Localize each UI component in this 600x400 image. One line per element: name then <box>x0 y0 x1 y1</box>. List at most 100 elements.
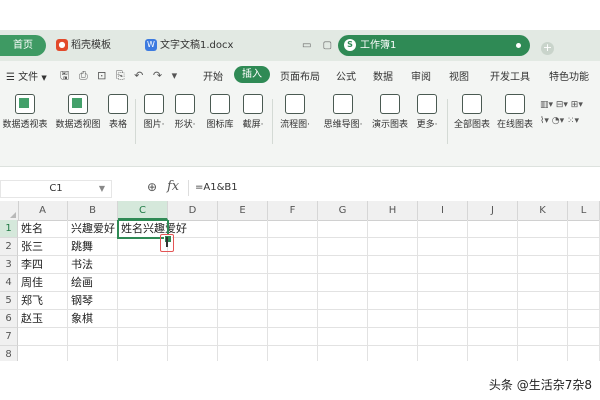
grid-cell[interactable] <box>318 292 368 310</box>
grid-cell[interactable] <box>368 256 418 274</box>
grid-cell[interactable] <box>568 328 600 346</box>
all-charts-button[interactable]: 全部图表 <box>453 94 491 130</box>
cell-b3[interactable]: 书法 <box>68 256 118 274</box>
grid-cell[interactable] <box>368 292 418 310</box>
grid-cell[interactable] <box>368 274 418 292</box>
grid-cell[interactable] <box>118 256 168 274</box>
grid-cell[interactable] <box>518 220 568 238</box>
row-header-7[interactable]: 7 <box>0 328 18 346</box>
online-charts-button[interactable]: 在线图表 <box>496 94 534 130</box>
menu-view[interactable]: 视图 <box>449 68 469 83</box>
grid-cell[interactable] <box>418 256 468 274</box>
shape-button[interactable]: 形状· <box>172 94 198 130</box>
tab-workbook[interactable]: S 工作簿1 <box>338 35 530 56</box>
grid-cell[interactable] <box>568 256 600 274</box>
grid-cell[interactable] <box>468 274 518 292</box>
grid-cell[interactable] <box>518 274 568 292</box>
grid-cell[interactable] <box>318 310 368 328</box>
tab-home[interactable]: 首页 <box>0 35 46 56</box>
menu-start[interactable]: 开始 <box>203 68 223 83</box>
mind-map-button[interactable]: 思维导图· <box>321 94 365 130</box>
name-box[interactable]: C1 ▼ <box>0 180 112 198</box>
row-header-4[interactable]: 4 <box>0 274 18 292</box>
pivot-chart-button[interactable]: 数据透视图 <box>55 94 101 130</box>
grid-cell[interactable] <box>518 292 568 310</box>
file-menu[interactable]: ☰ 文件 ▼ <box>6 68 47 83</box>
grid-cell[interactable] <box>468 220 518 238</box>
cell-a6[interactable]: 赵玉 <box>18 310 68 328</box>
grid-cell[interactable] <box>468 328 518 346</box>
cell-b5[interactable]: 钢琴 <box>68 292 118 310</box>
menu-page-layout[interactable]: 页面布局 <box>280 68 320 83</box>
grid-cell[interactable] <box>318 346 368 361</box>
more-button[interactable]: 更多· <box>414 94 440 130</box>
grid-cell[interactable] <box>568 274 600 292</box>
cell-a2[interactable]: 张三 <box>18 238 68 256</box>
column-header-c[interactable]: C <box>118 201 168 220</box>
grid-cell[interactable] <box>168 274 218 292</box>
grid-cell[interactable] <box>168 292 218 310</box>
quick-access-icons[interactable]: 🖫 ⎙ ⊡ ⎘ ↶ ↷ ▾ <box>60 67 180 86</box>
cell-a3[interactable]: 李四 <box>18 256 68 274</box>
menu-special-features[interactable]: 特色功能 <box>549 68 589 83</box>
grid-cell[interactable] <box>218 256 268 274</box>
grid-cell[interactable] <box>468 346 518 361</box>
menu-review[interactable]: 审阅 <box>411 68 431 83</box>
column-header-f[interactable]: F <box>268 201 318 220</box>
row-header-3[interactable]: 3 <box>0 256 18 274</box>
grid-cell[interactable] <box>418 310 468 328</box>
cell-a5[interactable]: 郑飞 <box>18 292 68 310</box>
grid-cell[interactable] <box>268 220 318 238</box>
flowchart-button[interactable]: 流程图· <box>279 94 311 130</box>
grid-cell[interactable] <box>368 310 418 328</box>
grid-cell[interactable] <box>268 238 318 256</box>
pivot-table-button[interactable]: 数据透视表 <box>2 94 48 130</box>
column-header-b[interactable]: B <box>68 201 118 220</box>
grid-cell[interactable] <box>368 220 418 238</box>
cell-b1[interactable]: 兴趣爱好 <box>68 220 118 238</box>
grid-cell[interactable] <box>218 328 268 346</box>
cell-b2[interactable]: 跳舞 <box>68 238 118 256</box>
grid-cell[interactable] <box>268 328 318 346</box>
grid-cell[interactable] <box>318 274 368 292</box>
screenshot-button[interactable]: 截屏· <box>240 94 266 130</box>
menu-developer-tools[interactable]: 开发工具 <box>490 68 530 83</box>
column-header-g[interactable]: G <box>318 201 368 220</box>
column-header-j[interactable]: J <box>468 201 518 220</box>
column-header-a[interactable]: A <box>18 201 68 220</box>
grid-cell[interactable] <box>318 328 368 346</box>
grid-cell[interactable] <box>218 310 268 328</box>
window-tools-icons[interactable]: ▭ ▢ <box>302 40 336 51</box>
grid-cell[interactable] <box>18 328 68 346</box>
icon-library-button[interactable]: 图标库 <box>204 94 236 130</box>
grid-cell[interactable] <box>218 238 268 256</box>
grid-cell[interactable] <box>68 346 118 361</box>
grid-cell[interactable] <box>318 220 368 238</box>
row-header-8[interactable]: 8 <box>0 346 18 361</box>
grid-cell[interactable] <box>568 310 600 328</box>
grid-cell[interactable] <box>518 238 568 256</box>
grid-cell[interactable] <box>418 328 468 346</box>
tab-document[interactable]: W 文字文稿1.docx <box>145 35 285 56</box>
grid-cell[interactable] <box>568 292 600 310</box>
grid-cell[interactable] <box>468 256 518 274</box>
grid-cell[interactable] <box>268 274 318 292</box>
column-header-l[interactable]: L <box>568 201 600 220</box>
grid-cell[interactable] <box>118 292 168 310</box>
grid-cell[interactable] <box>168 328 218 346</box>
column-header-e[interactable]: E <box>218 201 268 220</box>
grid-cell[interactable] <box>268 310 318 328</box>
column-header-h[interactable]: H <box>368 201 418 220</box>
row-header-1[interactable]: 1 <box>0 220 18 238</box>
grid-cell[interactable] <box>168 256 218 274</box>
grid-cell[interactable] <box>168 238 218 256</box>
grid-cell[interactable] <box>418 274 468 292</box>
presentation-chart-button[interactable]: 演示图表 <box>371 94 409 130</box>
zoom-search-icon[interactable]: ⊕ <box>147 180 157 194</box>
column-header-d[interactable]: D <box>168 201 218 220</box>
menu-insert[interactable]: 插入 <box>234 66 270 83</box>
bar-chart-icon[interactable]: ▥▾ ⊟▾ ⊞▾ <box>540 97 596 113</box>
line-chart-icon[interactable]: ⌇▾ ◔▾ ⁙▾ <box>540 113 596 129</box>
grid-cell[interactable] <box>518 310 568 328</box>
grid-cell[interactable] <box>468 238 518 256</box>
